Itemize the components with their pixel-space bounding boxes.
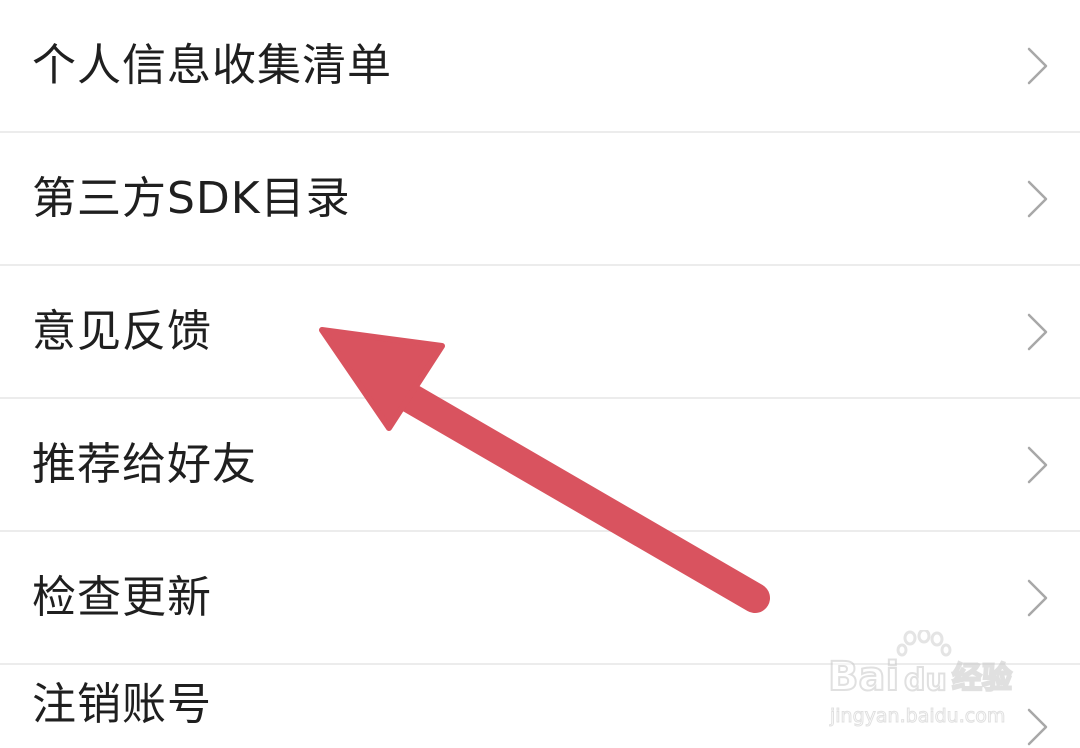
chevron-right-icon — [1026, 578, 1050, 618]
settings-menu-list: 个人信息收集清单 第三方SDK目录 意见反馈 推荐给好友 检查更新 注销账号 — [0, 0, 1080, 748]
chevron-right-icon — [1026, 707, 1050, 747]
menu-item-label: 检查更新 — [32, 571, 212, 623]
menu-item-label: 个人信息收集清单 — [32, 39, 392, 91]
chevron-right-icon — [1026, 46, 1050, 86]
menu-item-label: 意见反馈 — [32, 305, 212, 357]
menu-item-label: 注销账号 — [32, 679, 212, 730]
chevron-right-icon — [1026, 312, 1050, 352]
menu-item-delete-account[interactable]: 注销账号 — [0, 665, 1080, 748]
menu-item-label: 第三方SDK目录 — [32, 172, 351, 224]
chevron-right-icon — [1026, 179, 1050, 219]
menu-item-label: 推荐给好友 — [32, 438, 257, 490]
menu-item-feedback[interactable]: 意见反馈 — [0, 266, 1080, 399]
menu-item-personal-info-list[interactable]: 个人信息收集清单 — [0, 0, 1080, 133]
menu-item-third-party-sdk[interactable]: 第三方SDK目录 — [0, 133, 1080, 266]
menu-item-check-update[interactable]: 检查更新 — [0, 532, 1080, 665]
menu-item-recommend-to-friends[interactable]: 推荐给好友 — [0, 399, 1080, 532]
chevron-right-icon — [1026, 445, 1050, 485]
